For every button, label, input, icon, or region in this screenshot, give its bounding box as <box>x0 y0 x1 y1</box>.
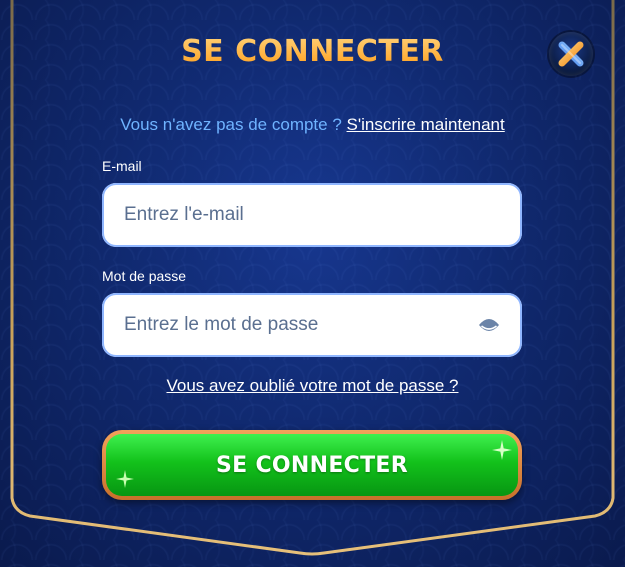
sparkle-icon <box>492 440 512 460</box>
close-button[interactable] <box>549 32 593 76</box>
login-button[interactable]: SE CONNECTER <box>102 430 522 500</box>
login-button-label: SE CONNECTER <box>216 452 408 478</box>
show-password-toggle[interactable] <box>474 310 504 340</box>
signup-prompt-text: Vous n'avez pas de compte ? <box>120 115 342 134</box>
forgot-password-link[interactable]: Vous avez oublié votre mot de passe ? <box>0 376 625 396</box>
eye-icon <box>479 319 499 331</box>
password-field-wrap <box>102 293 522 357</box>
email-field-wrap <box>102 183 522 247</box>
email-label: E-mail <box>102 158 142 174</box>
dialog-title: SE CONNECTER <box>0 34 625 69</box>
signup-prompt-line: Vous n'avez pas de compte ? S'inscrire m… <box>0 115 625 135</box>
signup-link[interactable]: S'inscrire maintenant <box>347 115 505 134</box>
email-input[interactable] <box>102 183 522 247</box>
password-label: Mot de passe <box>102 268 187 284</box>
sparkle-icon <box>116 470 134 488</box>
login-button-face: SE CONNECTER <box>106 434 518 496</box>
close-x-icon <box>558 41 584 67</box>
password-input[interactable] <box>102 293 474 357</box>
login-dialog: SE CONNECTER Vous n'avez pas de compte ?… <box>0 0 625 567</box>
